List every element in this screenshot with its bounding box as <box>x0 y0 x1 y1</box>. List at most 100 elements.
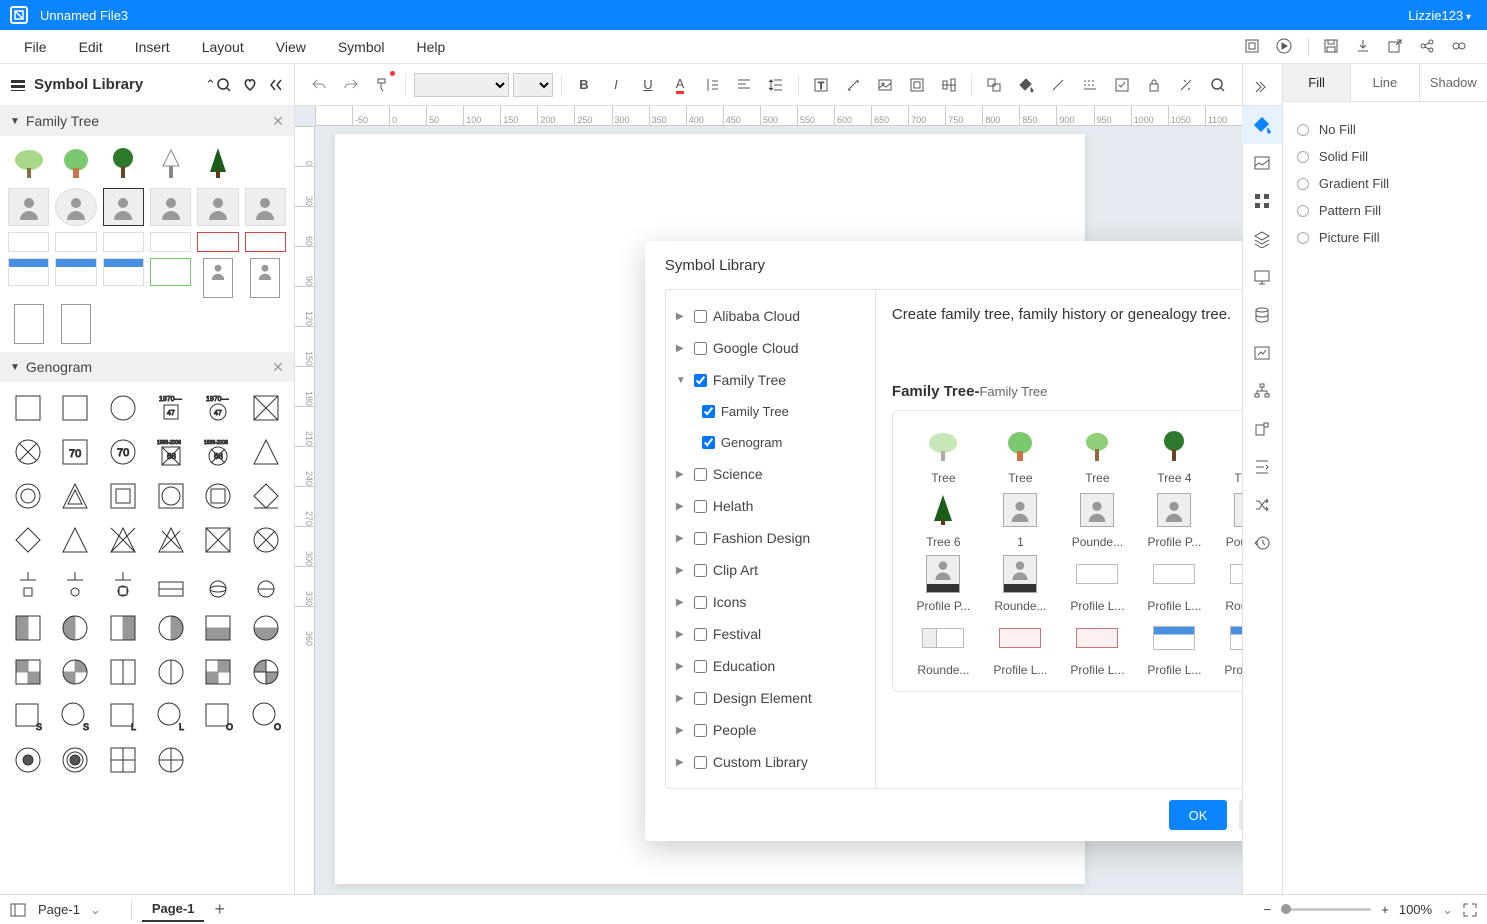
shape-profile[interactable] <box>103 188 144 226</box>
gshape[interactable] <box>56 522 96 558</box>
gshape[interactable] <box>8 434 48 470</box>
menu-layout[interactable]: Layout <box>186 39 260 55</box>
shape-card[interactable] <box>55 258 96 286</box>
gshape[interactable] <box>199 478 239 514</box>
gshape[interactable] <box>56 742 96 778</box>
shape-card[interactable] <box>150 232 191 252</box>
gshape[interactable] <box>246 610 286 646</box>
gshape[interactable] <box>103 390 143 426</box>
redo-icon[interactable] <box>337 71 365 99</box>
tree-item[interactable]: ▶Helath <box>666 490 875 522</box>
tree-item[interactable]: ▶Alibaba Cloud <box>666 300 875 332</box>
preview-item[interactable]: Tree <box>984 425 1057 485</box>
gshape[interactable]: 1970—47 <box>151 390 191 426</box>
search-icon[interactable] <box>1204 71 1232 99</box>
gshape[interactable] <box>8 654 48 690</box>
cancel-button[interactable]: Cancel <box>1239 800 1241 830</box>
preview-item[interactable]: Profile L... <box>1138 553 1211 613</box>
line-style-icon[interactable] <box>1076 71 1104 99</box>
gshape[interactable]: O <box>246 698 286 734</box>
preview-item[interactable]: Profile L... <box>1061 553 1134 613</box>
gshape[interactable]: 70 <box>56 434 96 470</box>
search-icon[interactable] <box>216 77 232 93</box>
tree-item[interactable]: ▶Fashion Design <box>666 522 875 554</box>
shape-profile[interactable] <box>150 188 191 226</box>
preview-item[interactable]: Rounde... <box>984 553 1057 613</box>
tree-item[interactable]: ▶Science <box>666 458 875 490</box>
gshape[interactable] <box>8 522 48 558</box>
shape-profile[interactable] <box>8 188 49 226</box>
preview-item[interactable]: Profile L... <box>1061 617 1134 677</box>
gshape[interactable] <box>151 566 191 602</box>
menu-file[interactable]: File <box>8 39 63 55</box>
menu-symbol[interactable]: Symbol <box>322 39 401 55</box>
gshape[interactable] <box>56 478 96 514</box>
gshape[interactable] <box>246 390 286 426</box>
shape-profile[interactable] <box>197 188 238 226</box>
insert-image-icon[interactable] <box>871 71 899 99</box>
layers-tool-icon[interactable] <box>1242 220 1282 258</box>
collapse-icon[interactable] <box>268 77 284 93</box>
view-icon[interactable] <box>1451 38 1469 56</box>
zoom-out-button[interactable]: − <box>1264 902 1272 917</box>
lock-icon[interactable] <box>1140 71 1168 99</box>
ok-button[interactable]: OK <box>1169 800 1228 830</box>
gshape[interactable]: 1938-200668 <box>199 434 239 470</box>
canvas[interactable]: -500501001502002503003504004505005506006… <box>295 106 1242 894</box>
gshape[interactable]: L <box>151 698 191 734</box>
gshape[interactable] <box>103 742 143 778</box>
preview-item[interactable]: Tree 4 <box>1138 425 1211 485</box>
gshape[interactable] <box>151 610 191 646</box>
gshape[interactable] <box>151 742 191 778</box>
zoom-value[interactable]: 100% <box>1399 902 1432 917</box>
grid-tool-icon[interactable] <box>1242 182 1282 220</box>
page-select[interactable]: Page-1 <box>38 902 80 917</box>
tree-child-item[interactable]: Family Tree <box>666 396 875 427</box>
shape-card[interactable] <box>61 304 91 344</box>
shape-tree[interactable] <box>150 144 191 182</box>
database-tool-icon[interactable] <box>1242 296 1282 334</box>
undo-icon[interactable] <box>305 71 333 99</box>
align-objects-icon[interactable] <box>935 71 963 99</box>
preview-item[interactable]: Tree 5 <box>1215 425 1242 485</box>
share-icon[interactable] <box>1419 38 1437 56</box>
gshape[interactable] <box>246 434 286 470</box>
gshape[interactable] <box>56 390 96 426</box>
menu-view[interactable]: View <box>260 39 322 55</box>
tree-item[interactable]: ▶Festival <box>666 618 875 650</box>
tab-line[interactable]: Line <box>1351 64 1419 101</box>
preview-item[interactable]: Tree 6 <box>907 489 980 549</box>
preview-item[interactable]: Rounde... <box>1215 553 1242 613</box>
tree-item[interactable]: ▼Family Tree <box>666 364 875 396</box>
shape-tree[interactable] <box>197 144 238 182</box>
chart-tool-icon[interactable] <box>1242 334 1282 372</box>
preview-item[interactable]: Profile L... <box>984 617 1057 677</box>
tree-item[interactable]: ▶People <box>666 714 875 746</box>
gshape[interactable] <box>199 610 239 646</box>
user-menu[interactable]: Lizzie123 <box>1408 8 1477 23</box>
gshape[interactable] <box>103 478 143 514</box>
history-tool-icon[interactable] <box>1242 524 1282 562</box>
shape-card[interactable] <box>103 232 144 252</box>
gshape[interactable] <box>8 566 48 602</box>
fill-option[interactable]: Solid Fill <box>1297 143 1473 170</box>
tools-icon[interactable] <box>1172 71 1200 99</box>
section-genogram[interactable]: ▼ Genogram ✕ <box>0 352 294 382</box>
menu-insert[interactable]: Insert <box>119 39 186 55</box>
shape-card[interactable] <box>245 232 286 252</box>
gshape[interactable] <box>103 654 143 690</box>
gshape[interactable] <box>246 566 286 602</box>
font-family-select[interactable] <box>414 73 509 97</box>
gshape[interactable] <box>56 566 96 602</box>
tree-child-item[interactable]: Genogram <box>666 427 875 458</box>
zoom-in-button[interactable]: + <box>1381 902 1389 917</box>
tree-item[interactable]: ▶Education <box>666 650 875 682</box>
heart-icon[interactable] <box>242 77 258 93</box>
preview-item[interactable]: Profile P... <box>1138 489 1211 549</box>
shape-card[interactable] <box>203 258 233 298</box>
preview-item[interactable]: Pounde... <box>1061 489 1134 549</box>
gshape[interactable] <box>199 654 239 690</box>
shape-card[interactable] <box>14 304 44 344</box>
gshape[interactable] <box>199 566 239 602</box>
add-page-button[interactable]: + <box>214 899 225 920</box>
